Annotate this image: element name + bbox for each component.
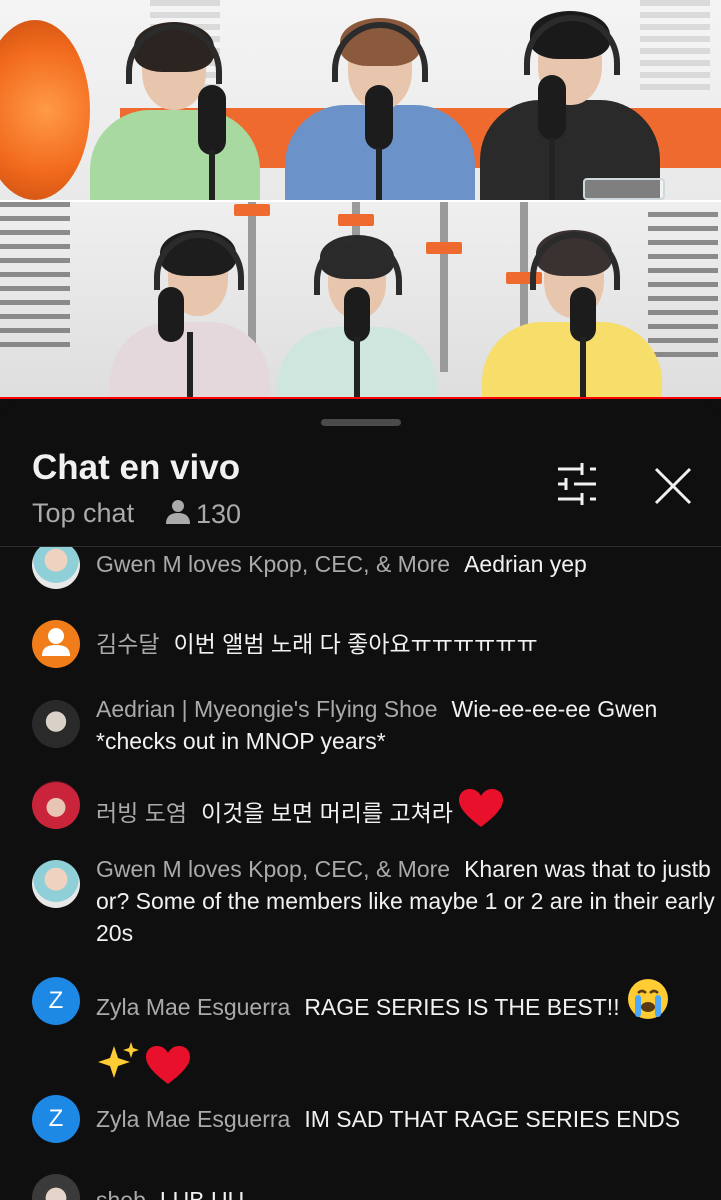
video-person [80,10,270,200]
chat-author[interactable]: Zyla Mae Esguerra [96,1106,290,1132]
avatar[interactable] [32,620,80,668]
close-icon [648,467,698,515]
person-icon [166,499,190,530]
avatar[interactable] [32,547,80,589]
viewer-count-group: 130 [166,498,241,530]
video-person [480,5,670,200]
chat-author[interactable]: Zyla Mae Esguerra [96,994,290,1020]
video-bottom-panel [0,200,721,399]
video-player[interactable] [0,0,721,399]
red-heart-emoji [459,789,504,837]
crying-face-emoji [626,977,670,1040]
avatar[interactable] [32,860,80,908]
chat-author[interactable]: Gwen M loves Kpop, CEC, & More [96,551,450,577]
red-heart-emoji [146,1046,191,1105]
filter-button[interactable] [552,461,602,507]
avatar[interactable] [32,1174,80,1200]
chat-text: RAGE SERIES IS THE BEST!! [304,994,620,1020]
chat-author[interactable]: Gwen M loves Kpop, CEC, & More [96,856,450,882]
avatar[interactable]: Z [32,1095,80,1143]
chat-message-list[interactable]: Gwen M loves Kpop, CEC, & More Aedrian ye… [0,547,721,1200]
chat-text: IM SAD THAT RAGE SERIES ENDS [304,1106,681,1132]
sliders-icon [552,463,602,511]
avatar[interactable]: Z [32,977,80,1025]
close-button[interactable] [648,461,698,511]
live-chat-panel: Chat en vivo Top chat 130 Gwen M loves K… [0,401,721,1200]
video-progress-bar[interactable] [0,397,721,399]
chat-mode-selector[interactable]: Top chat [32,498,134,529]
video-person [110,222,280,399]
video-top-panel [0,0,721,200]
viewer-count: 130 [196,498,242,529]
avatar[interactable] [32,781,80,829]
chat-text: 이번 앨범 노래 다 좋아요ㅠㅠㅠㅠㅠㅠ [173,631,538,657]
chat-title: Chat en vivo [32,448,241,487]
avatar[interactable] [32,700,80,748]
chat-text: 이것을 보면 머리를 고쳐라 [201,800,453,826]
drag-handle[interactable] [321,419,401,426]
chat-text: LUB UU [159,1187,245,1200]
chat-author[interactable]: sheb [96,1187,146,1200]
chat-author[interactable]: 김수달 [96,631,159,657]
default-avatar-icon [32,620,80,668]
chat-author[interactable]: Aedrian | Myeongie's Flying Shoe [96,696,438,722]
chat-author[interactable]: 러빙 도염 [96,800,187,826]
chat-text: Aedrian yep [464,551,587,577]
sparkles-emoji [96,1040,140,1103]
